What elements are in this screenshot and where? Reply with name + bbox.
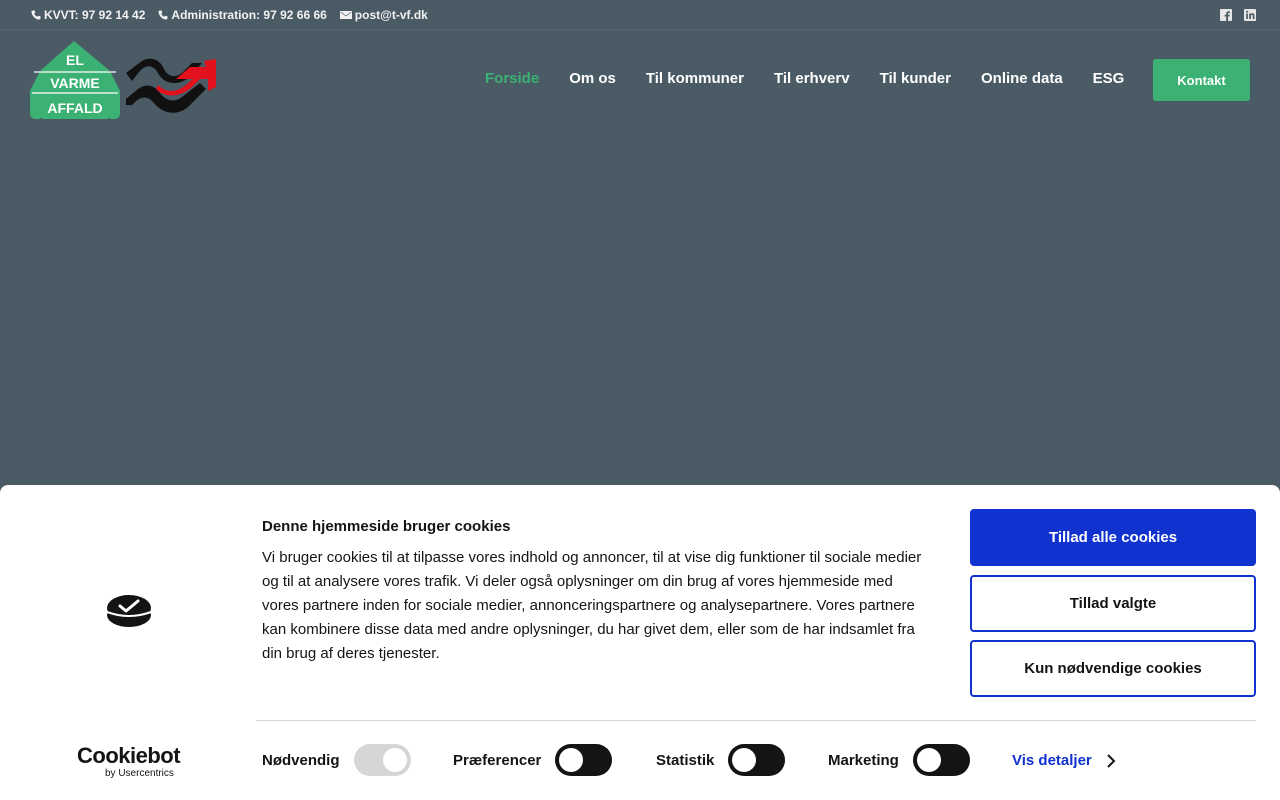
cookie-banner: Denne hjemmeside bruger cookies Vi bruge… bbox=[0, 485, 1280, 800]
nav-item-esg[interactable]: ESG bbox=[1093, 59, 1125, 99]
switch-knob bbox=[732, 748, 757, 772]
show-details-link[interactable]: Vis detaljer bbox=[1012, 752, 1116, 769]
cookie-divider bbox=[256, 720, 1256, 721]
toggle-statistics-switch[interactable] bbox=[728, 744, 786, 776]
contact-email[interactable]: post@t-vf.dk bbox=[339, 8, 428, 22]
company-logo[interactable]: EL VARME AFFALD bbox=[30, 41, 220, 121]
nav-item-til-kommuner[interactable]: Til kommuner bbox=[646, 59, 744, 99]
toggle-preferences: Præferencer bbox=[453, 744, 613, 776]
kontakt-button[interactable]: Kontakt bbox=[1153, 59, 1250, 101]
switch-knob bbox=[916, 748, 941, 772]
toggle-preferences-switch[interactable] bbox=[555, 744, 613, 776]
cookie-title: Denne hjemmeside bruger cookies bbox=[262, 518, 511, 535]
logo-text-el: EL bbox=[66, 52, 84, 68]
cookiebot-brand[interactable]: Cookiebot by Usercentrics bbox=[77, 743, 187, 780]
nav-item-om-os[interactable]: Om os bbox=[569, 59, 616, 99]
nav-item-forside[interactable]: Forside bbox=[485, 59, 539, 99]
phone-icon bbox=[158, 10, 168, 20]
site-header: EL VARME AFFALD Forside Om os Til kommun… bbox=[0, 31, 1280, 131]
show-details-label: Vis detaljer bbox=[1012, 752, 1092, 769]
cookiebot-brand-sub: by Usercentrics bbox=[105, 768, 174, 779]
allow-all-cookies-button[interactable]: Tillad alle cookies bbox=[970, 509, 1256, 566]
necessary-only-button[interactable]: Kun nødvendige cookies bbox=[970, 640, 1256, 697]
logo-text-affald: AFFALD bbox=[47, 100, 102, 116]
top-bar: KVVT: 97 92 14 42 Administration: 97 92 … bbox=[0, 0, 1280, 30]
contact-email-text: post@t-vf.dk bbox=[354, 8, 428, 22]
linkedin-icon[interactable] bbox=[1244, 8, 1256, 21]
cookie-description: Vi bruger cookies til at tilpasse vores … bbox=[262, 549, 922, 662]
cookiebot-brand-name: Cookiebot bbox=[77, 743, 181, 768]
switch-knob bbox=[382, 748, 407, 772]
logo-text-varme: VARME bbox=[50, 75, 100, 91]
toggle-necessary: Nødvendig bbox=[262, 744, 411, 776]
contact-kvvt[interactable]: KVVT: 97 92 14 42 bbox=[31, 8, 145, 22]
nav-item-online-data[interactable]: Online data bbox=[981, 59, 1063, 99]
toggle-marketing-label: Marketing bbox=[828, 751, 899, 769]
toggle-statistics-label: Statistik bbox=[656, 751, 715, 769]
cookiebot-logo-icon bbox=[106, 595, 152, 627]
contact-administration-text: Administration: 97 92 66 66 bbox=[171, 8, 327, 22]
toggle-statistics: Statistik bbox=[656, 744, 786, 776]
toggle-necessary-switch bbox=[353, 744, 411, 776]
main-nav: Forside Om os Til kommuner Til erhverv T… bbox=[485, 59, 1124, 99]
contact-list: KVVT: 97 92 14 42 Administration: 97 92 … bbox=[31, 8, 428, 22]
contact-administration[interactable]: Administration: 97 92 66 66 bbox=[158, 8, 327, 22]
allow-selected-button[interactable]: Tillad valgte bbox=[970, 575, 1256, 632]
nav-item-til-erhverv[interactable]: Til erhverv bbox=[774, 59, 850, 99]
toggle-marketing: Marketing bbox=[828, 744, 970, 776]
toggle-preferences-label: Præferencer bbox=[453, 751, 542, 769]
facebook-icon[interactable] bbox=[1220, 8, 1232, 21]
toggle-marketing-switch[interactable] bbox=[912, 744, 970, 776]
switch-knob bbox=[559, 748, 584, 772]
social-links bbox=[1220, 8, 1256, 21]
chevron-right-icon bbox=[1107, 753, 1116, 768]
envelope-icon bbox=[339, 11, 352, 19]
phone-icon bbox=[31, 10, 41, 20]
nav-item-til-kunder[interactable]: Til kunder bbox=[880, 59, 951, 99]
toggle-necessary-label: Nødvendig bbox=[262, 751, 340, 769]
contact-kvvt-text: KVVT: 97 92 14 42 bbox=[44, 8, 146, 22]
